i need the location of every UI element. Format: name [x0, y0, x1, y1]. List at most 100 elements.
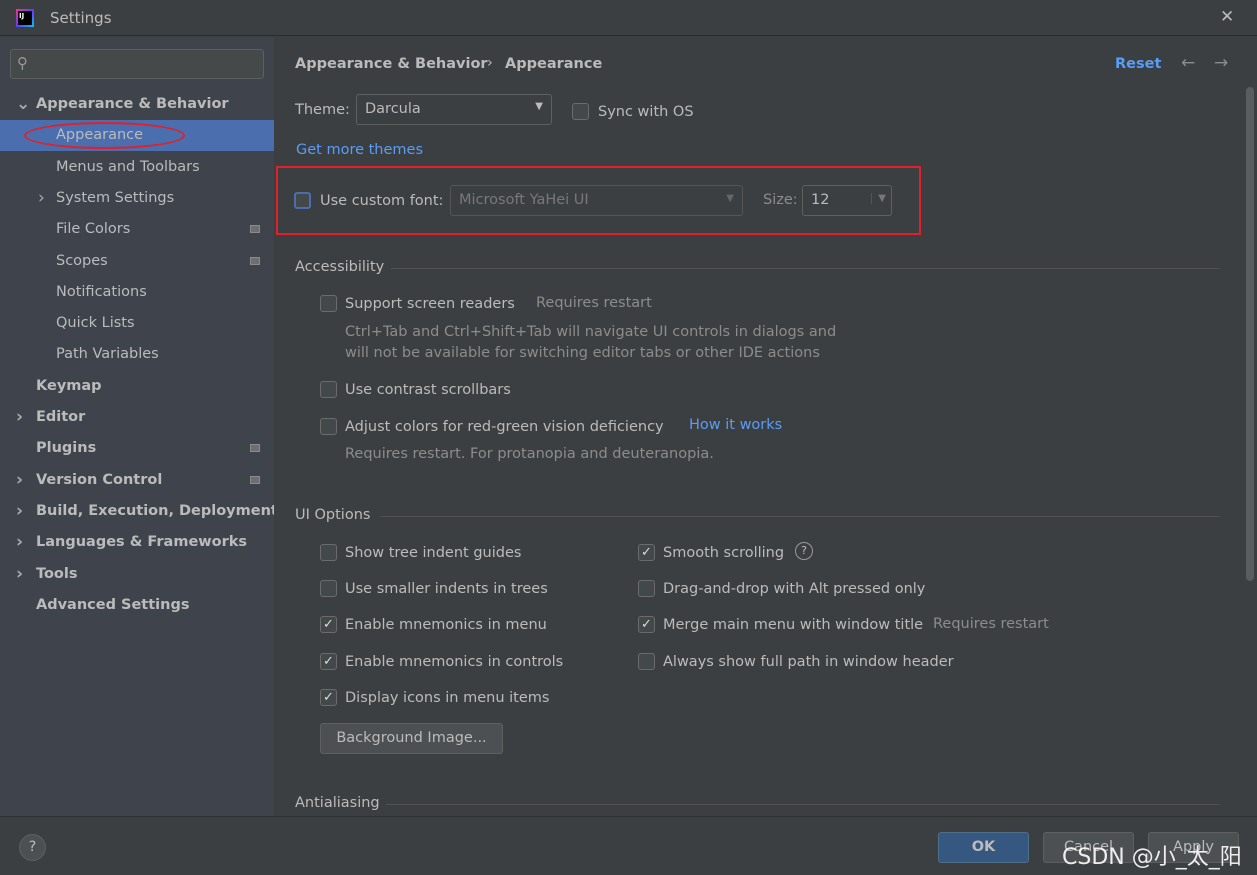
app-logo-icon: IJ [16, 9, 34, 27]
footer: ? OK Cancel Apply CSDN @小_太_阳 [0, 816, 1257, 875]
chevron-right-icon[interactable]: › [16, 465, 23, 496]
option-checkbox[interactable]: ✓ [320, 689, 337, 706]
screen-readers-hint: Requires restart [536, 295, 652, 311]
sidebar-item-label: Scopes [56, 252, 108, 269]
sidebar-item-menus-and-toolbars[interactable]: Menus and Toolbars [0, 152, 274, 183]
sidebar-item-label: Languages & Frameworks [36, 534, 248, 551]
theme-label: Theme: [295, 102, 350, 118]
close-icon[interactable]: ✕ [1220, 7, 1234, 27]
sidebar-item-plugins[interactable]: Plugins [0, 433, 274, 464]
option-label: Smooth scrolling [663, 545, 785, 561]
divider [386, 804, 1220, 805]
project-level-icon [250, 225, 260, 234]
background-image-button[interactable]: Background Image... [320, 723, 503, 754]
content-panel: Appearance & Behavior › Appearance Reset… [274, 37, 1257, 816]
search-input[interactable]: ⚲ [10, 49, 264, 79]
how-it-works-link[interactable]: How it works [689, 417, 782, 433]
option-checkbox[interactable] [638, 653, 655, 670]
chevron-right-icon[interactable]: › [16, 527, 23, 558]
sidebar-item-tools[interactable]: › Tools [0, 559, 274, 590]
scrollbar[interactable] [1246, 87, 1254, 581]
size-value: 12 [811, 192, 830, 208]
sidebar-item-label: Menus and Toolbars [56, 158, 200, 175]
accessibility-heading: Accessibility [295, 259, 385, 275]
option-checkbox[interactable] [638, 580, 655, 597]
breadcrumb-separator: › [487, 55, 493, 71]
help-button[interactable]: ? [19, 834, 46, 861]
ok-button[interactable]: OK [938, 832, 1029, 863]
breadcrumb-current: Appearance [505, 56, 603, 72]
font-dropdown[interactable]: Microsoft YaHei UI ▼ [450, 185, 743, 216]
chevron-down-icon[interactable]: ▼ [871, 193, 886, 204]
sidebar-item-label: File Colors [56, 221, 131, 238]
color-deficiency-label: Adjust colors for red-green vision defic… [345, 419, 664, 435]
sidebar-item-label: Notifications [56, 283, 147, 300]
get-more-themes-link[interactable]: Get more themes [296, 142, 423, 158]
option-checkbox[interactable] [320, 544, 337, 561]
sidebar-item-version-control[interactable]: › Version Control [0, 465, 274, 496]
option-label: Display icons in menu items [345, 690, 550, 706]
sidebar-item-appearance-behavior[interactable]: ⌄ Appearance & Behavior [0, 89, 274, 120]
option-label: Use smaller indents in trees [345, 581, 548, 597]
search-icon: ⚲ [17, 54, 28, 72]
sidebar-item-label: Tools [36, 565, 78, 582]
contrast-scrollbars-label: Use contrast scrollbars [345, 382, 511, 398]
project-level-icon [250, 256, 260, 265]
sidebar-item-label: Editor [36, 409, 86, 425]
sidebar-item-system-settings[interactable]: › System Settings [0, 183, 274, 214]
antialiasing-heading: Antialiasing [295, 795, 380, 811]
chevron-right-icon[interactable]: › [16, 402, 23, 433]
sidebar-item-scopes[interactable]: Scopes [0, 246, 274, 277]
sidebar-item-build-execution-deployment[interactable]: › Build, Execution, Deployment [0, 496, 278, 527]
sidebar-item-keymap[interactable]: Keymap [0, 371, 274, 402]
option-label: Enable mnemonics in menu [345, 617, 547, 633]
option-label: Enable mnemonics in controls [345, 654, 564, 670]
custom-font-checkbox[interactable] [294, 192, 311, 209]
chevron-down-icon: ▼ [726, 193, 734, 204]
title-bar: IJ Settings ✕ [0, 0, 1257, 36]
sidebar-item-label: Version Control [36, 471, 163, 488]
sidebar-item-editor[interactable]: › Editor [0, 402, 274, 433]
back-arrow-icon[interactable]: ← [1181, 53, 1195, 73]
size-label: Size: [763, 192, 798, 208]
watermark: CSDN @小_太_阳 [1062, 845, 1242, 870]
sidebar-item-label: Plugins [36, 440, 97, 457]
color-deficiency-desc: Requires restart. For protanopia and deu… [345, 446, 714, 462]
sidebar-item-path-variables[interactable]: Path Variables [0, 339, 274, 370]
forward-arrow-icon[interactable]: → [1214, 53, 1228, 73]
sidebar-item-notifications[interactable]: Notifications [0, 277, 274, 308]
sidebar-item-label: Path Variables [56, 346, 159, 363]
divider [391, 268, 1220, 269]
chevron-right-icon[interactable]: › [38, 183, 45, 214]
sidebar-item-appearance[interactable]: Appearance [0, 120, 274, 152]
chevron-right-icon[interactable]: › [16, 559, 23, 590]
chevron-down-icon[interactable]: ⌄ [16, 89, 30, 120]
option-checkbox[interactable] [320, 580, 337, 597]
font-value: Microsoft YaHei UI [459, 192, 589, 208]
merge-menu-hint: Requires restart [933, 616, 1049, 632]
option-checkbox[interactable]: ✓ [638, 544, 655, 561]
color-deficiency-checkbox[interactable] [320, 418, 337, 435]
sidebar-item-languages-frameworks[interactable]: › Languages & Frameworks [0, 527, 274, 558]
sidebar-item-label: System Settings [56, 189, 175, 206]
option-checkbox[interactable]: ✓ [320, 616, 337, 633]
font-size-combo[interactable]: 12 ▼ [802, 185, 892, 216]
sidebar-item-quick-lists[interactable]: Quick Lists [0, 308, 274, 339]
contrast-scrollbars-checkbox[interactable] [320, 381, 337, 398]
theme-dropdown[interactable]: Darcula ▼ [356, 94, 552, 125]
sync-os-checkbox[interactable] [572, 103, 589, 120]
help-icon[interactable]: ? [795, 542, 813, 560]
chevron-right-icon[interactable]: › [16, 496, 23, 527]
sidebar-item-file-colors[interactable]: File Colors [0, 214, 274, 245]
highlight-ellipse [24, 122, 185, 150]
window-title: Settings [50, 9, 112, 27]
theme-value: Darcula [365, 101, 421, 117]
option-checkbox[interactable]: ✓ [320, 653, 337, 670]
sync-os-label: Sync with OS [598, 104, 694, 120]
reset-link[interactable]: Reset [1115, 56, 1161, 72]
option-checkbox[interactable]: ✓ [638, 616, 655, 633]
sidebar-item-advanced-settings[interactable]: Advanced Settings [0, 590, 274, 621]
breadcrumb-parent[interactable]: Appearance & Behavior [295, 56, 488, 72]
screen-readers-checkbox[interactable] [320, 295, 337, 312]
sidebar: ⚲ ⌄ Appearance & Behavior Appearance Menus … [0, 37, 278, 816]
